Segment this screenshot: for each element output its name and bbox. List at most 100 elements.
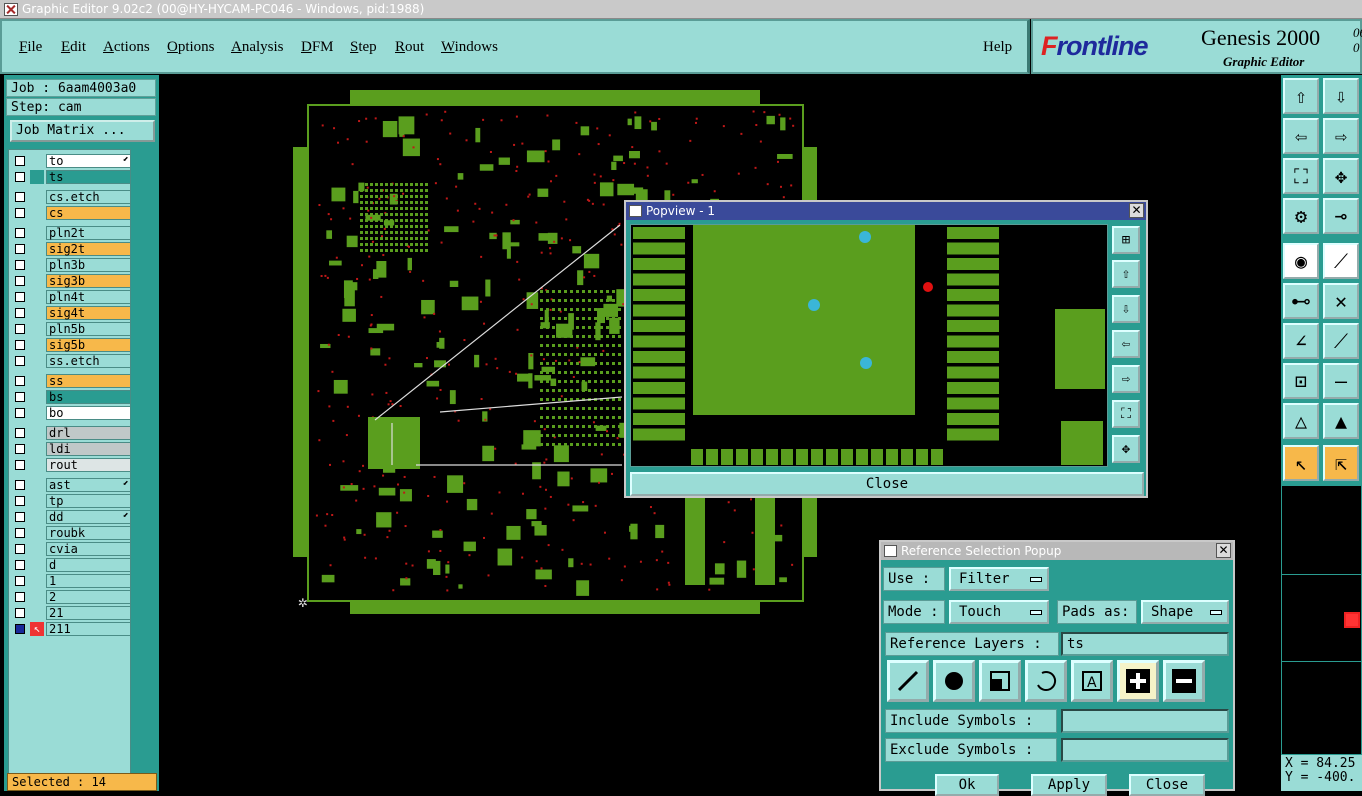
reference-layers-input[interactable]: ts bbox=[1061, 632, 1229, 656]
layer-checkbox[interactable] bbox=[15, 172, 25, 182]
layer-work-marker[interactable] bbox=[30, 190, 44, 204]
mode-dropdown[interactable]: Touch bbox=[949, 600, 1049, 624]
popview-left-icon[interactable]: ⇦ bbox=[1112, 330, 1140, 358]
layer-checkbox[interactable] bbox=[15, 356, 25, 366]
layer-work-marker[interactable] bbox=[30, 274, 44, 288]
layer-work-marker[interactable]: ↖ bbox=[30, 622, 44, 636]
layer-work-marker[interactable] bbox=[30, 442, 44, 456]
layer-checkbox[interactable] bbox=[15, 228, 25, 238]
exclude-symbols-input[interactable] bbox=[1061, 738, 1229, 762]
layer-row[interactable]: ss.etch bbox=[13, 354, 131, 368]
arc-symbol-icon[interactable] bbox=[1025, 660, 1067, 702]
angle-icon[interactable]: ∠ bbox=[1283, 323, 1319, 359]
layer-checkbox[interactable] bbox=[15, 480, 25, 490]
layer-name[interactable]: roubk bbox=[46, 526, 131, 540]
layer-name[interactable]: sig5b bbox=[46, 338, 131, 352]
measure-icon[interactable]: ⊸ bbox=[1323, 198, 1359, 234]
layer-row[interactable]: pln5b bbox=[13, 322, 131, 336]
menu-help[interactable]: Help bbox=[983, 39, 1012, 56]
positive-polarity-icon[interactable] bbox=[1117, 660, 1159, 702]
layer-work-marker[interactable] bbox=[30, 290, 44, 304]
layer-name[interactable]: tp bbox=[46, 494, 131, 508]
add-line-icon[interactable]: ⟋ bbox=[1323, 243, 1359, 279]
layer-row[interactable]: bs bbox=[13, 390, 131, 404]
layer-name[interactable]: cvia bbox=[46, 542, 131, 556]
layer-checkbox[interactable] bbox=[15, 560, 25, 570]
layer-work-marker[interactable] bbox=[30, 226, 44, 240]
add-pad-icon[interactable]: ◉ bbox=[1283, 243, 1319, 279]
line-edit-icon[interactable]: — bbox=[1323, 363, 1359, 399]
layer-checkbox[interactable] bbox=[15, 592, 25, 602]
slope-icon[interactable]: ⟋ bbox=[1323, 323, 1359, 359]
triangle-icon[interactable]: △ bbox=[1283, 403, 1319, 439]
pan-right-icon[interactable]: ⇨ bbox=[1323, 118, 1359, 154]
layer-name[interactable]: pln2t bbox=[46, 226, 131, 240]
pad-symbol-icon[interactable] bbox=[933, 660, 975, 702]
layer-row[interactable]: cs.etch bbox=[13, 190, 131, 204]
layer-name[interactable]: 1 bbox=[46, 574, 131, 588]
layer-name[interactable]: 21 bbox=[46, 606, 131, 620]
menu-file[interactable]: File bbox=[19, 39, 42, 56]
select-pointer-icon[interactable]: ⇱ bbox=[1323, 445, 1359, 481]
layer-checkbox[interactable] bbox=[15, 340, 25, 350]
delete-icon[interactable]: ✕ bbox=[1323, 283, 1359, 319]
layer-name[interactable]: 211 bbox=[46, 622, 131, 636]
layer-checkbox[interactable] bbox=[15, 460, 25, 470]
layer-checkbox[interactable] bbox=[15, 292, 25, 302]
popview-canvas[interactable] bbox=[630, 224, 1108, 467]
layer-checkbox[interactable] bbox=[15, 528, 25, 538]
layer-row[interactable]: roubk bbox=[13, 526, 131, 540]
menu-rout[interactable]: Rout bbox=[395, 39, 424, 56]
triangle-select-icon[interactable]: ▲ bbox=[1323, 403, 1359, 439]
layer-work-marker[interactable] bbox=[30, 526, 44, 540]
menu-analysis[interactable]: Analysis bbox=[231, 39, 284, 56]
layer-row[interactable]: ldi bbox=[13, 442, 131, 456]
layer-name[interactable]: cs bbox=[46, 206, 131, 220]
menu-windows[interactable]: Windows bbox=[441, 39, 498, 56]
layer-work-marker[interactable] bbox=[30, 494, 44, 508]
layer-checkbox[interactable] bbox=[15, 192, 25, 202]
ok-button[interactable]: Ok bbox=[935, 774, 999, 796]
line-symbol-icon[interactable] bbox=[887, 660, 929, 702]
layer-name[interactable]: pln3b bbox=[46, 258, 131, 272]
layer-row[interactable]: pln4t bbox=[13, 290, 131, 304]
layer-name[interactable]: d bbox=[46, 558, 131, 572]
pan-down-icon[interactable]: ⇩ bbox=[1323, 78, 1359, 114]
layer-row[interactable]: ss bbox=[13, 374, 131, 388]
layer-row[interactable]: drl bbox=[13, 426, 131, 440]
layer-row[interactable]: to ⬋ bbox=[13, 154, 131, 168]
text-symbol-icon[interactable]: A bbox=[1071, 660, 1113, 702]
layer-name[interactable]: pln5b bbox=[46, 322, 131, 336]
layer-row[interactable]: pln2t bbox=[13, 226, 131, 240]
layer-work-marker[interactable] bbox=[30, 258, 44, 272]
menu-edit[interactable]: Edit bbox=[61, 39, 86, 56]
layer-row[interactable]: dd ⬋ bbox=[13, 510, 131, 524]
layer-row[interactable]: 2 bbox=[13, 590, 131, 604]
layer-checkbox[interactable] bbox=[15, 624, 25, 634]
layer-work-marker[interactable] bbox=[30, 478, 44, 492]
zoom-home-icon[interactable]: ✥ bbox=[1323, 158, 1359, 194]
layer-row[interactable]: cvia bbox=[13, 542, 131, 556]
layer-name[interactable]: ldi bbox=[46, 442, 131, 456]
layer-checkbox[interactable] bbox=[15, 408, 25, 418]
layer-work-marker[interactable] bbox=[30, 354, 44, 368]
layer-work-marker[interactable] bbox=[30, 206, 44, 220]
layer-row[interactable]: sig3b bbox=[13, 274, 131, 288]
menu-dfm[interactable]: DFM bbox=[301, 39, 334, 56]
layer-name[interactable]: dd bbox=[46, 510, 131, 524]
zoom-fit-icon[interactable]: ⛶ bbox=[1283, 158, 1319, 194]
layer-name[interactable]: sig4t bbox=[46, 306, 131, 320]
layer-row[interactable]: rout bbox=[13, 458, 131, 472]
connect-icon[interactable]: ⊷ bbox=[1283, 283, 1319, 319]
layer-checkbox[interactable] bbox=[15, 608, 25, 618]
layer-checkbox[interactable] bbox=[15, 208, 25, 218]
negative-polarity-icon[interactable] bbox=[1163, 660, 1205, 702]
layer-row[interactable]: sig2t bbox=[13, 242, 131, 256]
popview-close-button[interactable]: Close bbox=[630, 472, 1144, 496]
layer-row[interactable]: sig5b bbox=[13, 338, 131, 352]
surface-symbol-icon[interactable] bbox=[979, 660, 1021, 702]
layer-checkbox[interactable] bbox=[15, 376, 25, 386]
layer-name[interactable]: ast bbox=[46, 478, 131, 492]
layer-work-marker[interactable] bbox=[30, 542, 44, 556]
layer-name[interactable]: sig2t bbox=[46, 242, 131, 256]
